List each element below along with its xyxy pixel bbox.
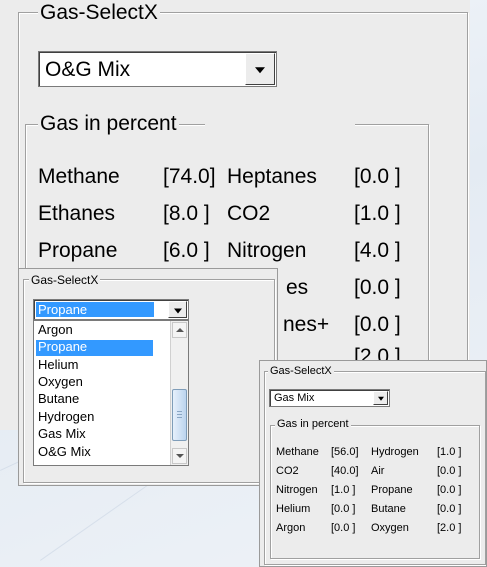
gas-value: [0.0 ] xyxy=(437,503,462,515)
gas-name: Argon xyxy=(276,522,306,534)
grip-line xyxy=(177,411,182,412)
selected-gas: Gas Mix xyxy=(274,392,315,404)
dropdown-button[interactable] xyxy=(168,301,187,318)
gas-value: [4.0 ] xyxy=(354,239,401,262)
gas-value: [0.0 ] xyxy=(354,165,401,188)
scroll-down-button[interactable] xyxy=(172,448,187,464)
gas-options-list[interactable]: Argon Propane Helium Oxygen Butane Hydro… xyxy=(33,320,189,466)
gas-select-dropdown[interactable]: Propane xyxy=(33,299,189,320)
gas-name: Nitrogen xyxy=(276,484,318,496)
gas-name: CO2 xyxy=(276,465,299,477)
gas-value: [0.0 ] xyxy=(354,276,401,299)
arrow-down-icon xyxy=(175,454,184,458)
list-item[interactable]: Argon xyxy=(36,323,73,336)
chevron-down-icon xyxy=(377,396,384,401)
selected-gas: O&G Mix xyxy=(45,58,131,81)
list-item-selected[interactable]: Propane xyxy=(36,340,153,356)
list-item[interactable]: Butane xyxy=(36,392,79,405)
gas-name: Nitrogen xyxy=(227,239,307,262)
gas-name: Propane xyxy=(38,239,118,262)
gas-value: [2.0 ] xyxy=(437,522,462,534)
gas-name: Methane xyxy=(276,446,319,458)
gas-name: nes+ xyxy=(283,313,330,336)
gas-select-dropdown[interactable]: O&G Mix xyxy=(38,51,277,87)
gas-name: Air xyxy=(371,465,385,477)
list-item[interactable]: Hydrogen xyxy=(36,410,94,423)
gas-name: Methane xyxy=(38,165,120,188)
list-item[interactable]: Helium xyxy=(36,358,78,371)
gas-value: [40.0] xyxy=(331,465,359,477)
gas-name: Heptanes xyxy=(227,165,317,188)
dropdown-button[interactable] xyxy=(373,391,388,405)
arrow-up-icon xyxy=(175,328,184,332)
list-scrollbar[interactable] xyxy=(170,321,188,465)
legend-gap xyxy=(205,124,355,127)
gas-name: Helium xyxy=(276,503,311,515)
gas-select-window-small: Gas-SelectX Gas Mix Gas in percent Metha… xyxy=(259,360,487,567)
chevron-down-icon xyxy=(173,308,182,313)
selected-gas: Propane xyxy=(38,302,88,317)
gas-value: [0.0 ] xyxy=(437,484,462,496)
gas-select-window-dropdown: Gas-SelectX Propane Argon Propane Helium… xyxy=(18,268,278,486)
scroll-thumb[interactable] xyxy=(172,389,187,441)
gas-name: Propane xyxy=(371,484,413,496)
group-title: Gas-SelectX xyxy=(29,273,101,287)
gas-value: [0.0 ] xyxy=(437,465,462,477)
scroll-up-button[interactable] xyxy=(172,322,187,338)
gas-name: Butane xyxy=(371,503,406,515)
gas-value: [1.0 ] xyxy=(437,446,462,458)
grip-line xyxy=(177,417,182,418)
gas-name: Oxygen xyxy=(371,522,409,534)
gas-name: Ethanes xyxy=(38,202,116,225)
gas-name: CO2 xyxy=(227,202,271,225)
gas-value: [1.0 ] xyxy=(331,484,356,496)
chevron-down-icon xyxy=(255,67,265,74)
gas-value: [56.0] xyxy=(331,446,359,458)
gas-value: [8.0 ] xyxy=(163,202,210,225)
gas-value: [0.0 ] xyxy=(331,522,356,534)
gas-value: [6.0 ] xyxy=(163,239,210,262)
gas-value: [0.0 ] xyxy=(354,313,401,336)
gas-value: [74.0] xyxy=(163,165,216,188)
list-item[interactable]: Oxygen xyxy=(36,375,83,388)
group-title: Gas-SelectX xyxy=(38,1,160,24)
list-item[interactable]: O&G Mix xyxy=(36,445,91,458)
dropdown-button[interactable] xyxy=(245,53,275,85)
list-item[interactable]: Gas Mix xyxy=(36,427,86,440)
gas-value: [0.0 ] xyxy=(331,503,356,515)
gas-name: es xyxy=(286,276,309,299)
subgroup-title: Gas in percent xyxy=(275,418,351,430)
subgroup-title: Gas in percent xyxy=(38,112,179,135)
grip-line xyxy=(177,414,182,415)
gas-name: Hydrogen xyxy=(371,446,419,458)
gas-value: [1.0 ] xyxy=(354,202,401,225)
group-title: Gas-SelectX xyxy=(268,365,334,377)
gas-select-dropdown[interactable]: Gas Mix xyxy=(269,389,390,407)
